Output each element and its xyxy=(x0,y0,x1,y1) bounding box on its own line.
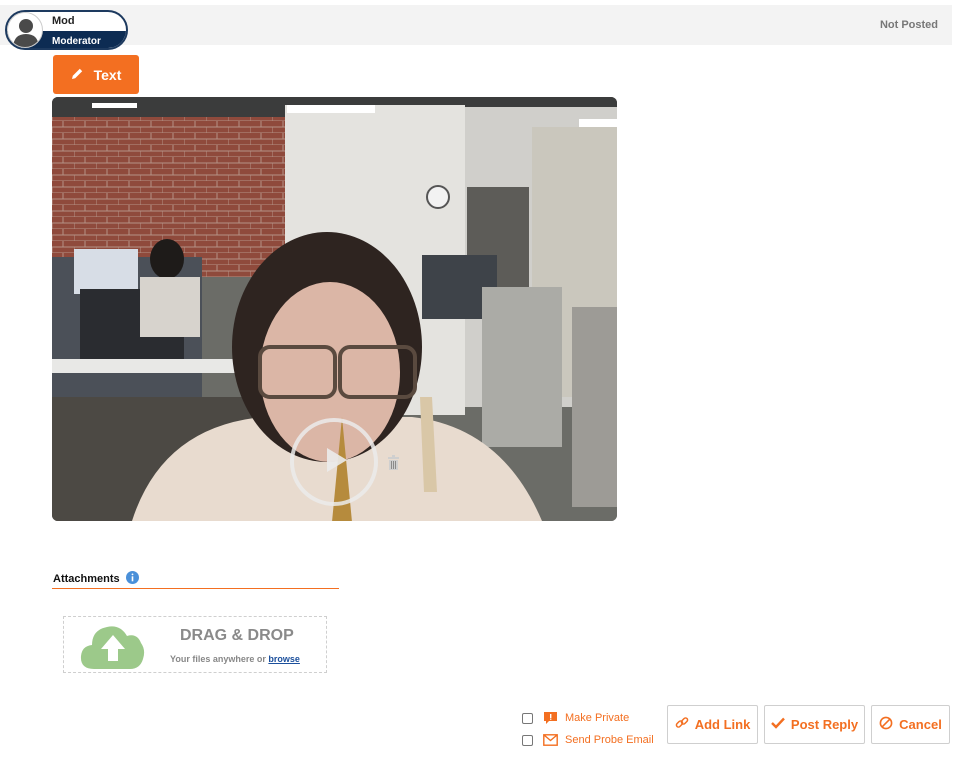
browse-link[interactable]: browse xyxy=(268,654,300,664)
attachments-divider xyxy=(52,588,339,589)
file-dropzone[interactable]: DRAG & DROP Your files anywhere or brows… xyxy=(63,616,327,673)
post-reply-label: Post Reply xyxy=(790,717,859,732)
send-probe-email-checkbox[interactable] xyxy=(522,734,533,746)
post-status: Not Posted xyxy=(879,19,938,31)
send-probe-email-option: Send Probe Email xyxy=(522,734,654,746)
user-role: Moderator xyxy=(52,36,101,47)
play-icon xyxy=(314,440,354,485)
play-button[interactable] xyxy=(290,418,378,506)
check-icon xyxy=(771,717,785,732)
cancel-icon xyxy=(879,716,893,733)
avatar-icon xyxy=(7,12,43,48)
trash-icon[interactable] xyxy=(387,455,400,475)
attachments-title: Attachments xyxy=(53,573,120,585)
pencil-icon xyxy=(71,67,84,83)
upload-cloud-icon xyxy=(80,621,146,676)
user-badge: Mod Moderator xyxy=(5,10,128,50)
post-header-bar: Mod Moderator Not Posted xyxy=(0,5,952,50)
make-private-option: Make Private xyxy=(522,711,629,725)
make-private-checkbox[interactable] xyxy=(522,712,533,724)
add-link-button[interactable]: Add Link xyxy=(667,705,758,744)
drop-hint-text: Your files anywhere or xyxy=(170,654,266,664)
add-link-label: Add Link xyxy=(694,717,751,732)
make-private-label[interactable]: Make Private xyxy=(565,712,629,724)
cancel-button[interactable]: Cancel xyxy=(871,705,950,744)
text-mode-button[interactable]: Text xyxy=(53,55,139,94)
post-reply-button[interactable]: Post Reply xyxy=(764,705,865,744)
attachments-heading: Attachments xyxy=(53,571,139,587)
send-probe-email-label[interactable]: Send Probe Email xyxy=(565,734,654,746)
text-mode-label: Text xyxy=(93,66,122,83)
video-player[interactable] xyxy=(52,97,617,521)
drag-drop-title: DRAG & DROP xyxy=(180,627,294,644)
chat-icon xyxy=(543,711,558,725)
drop-hint: Your files anywhere or browse xyxy=(170,654,300,664)
user-name: Mod xyxy=(52,15,75,27)
link-icon xyxy=(675,716,689,733)
mail-icon xyxy=(543,734,558,746)
info-icon[interactable] xyxy=(125,571,139,587)
cancel-label: Cancel xyxy=(899,717,942,732)
